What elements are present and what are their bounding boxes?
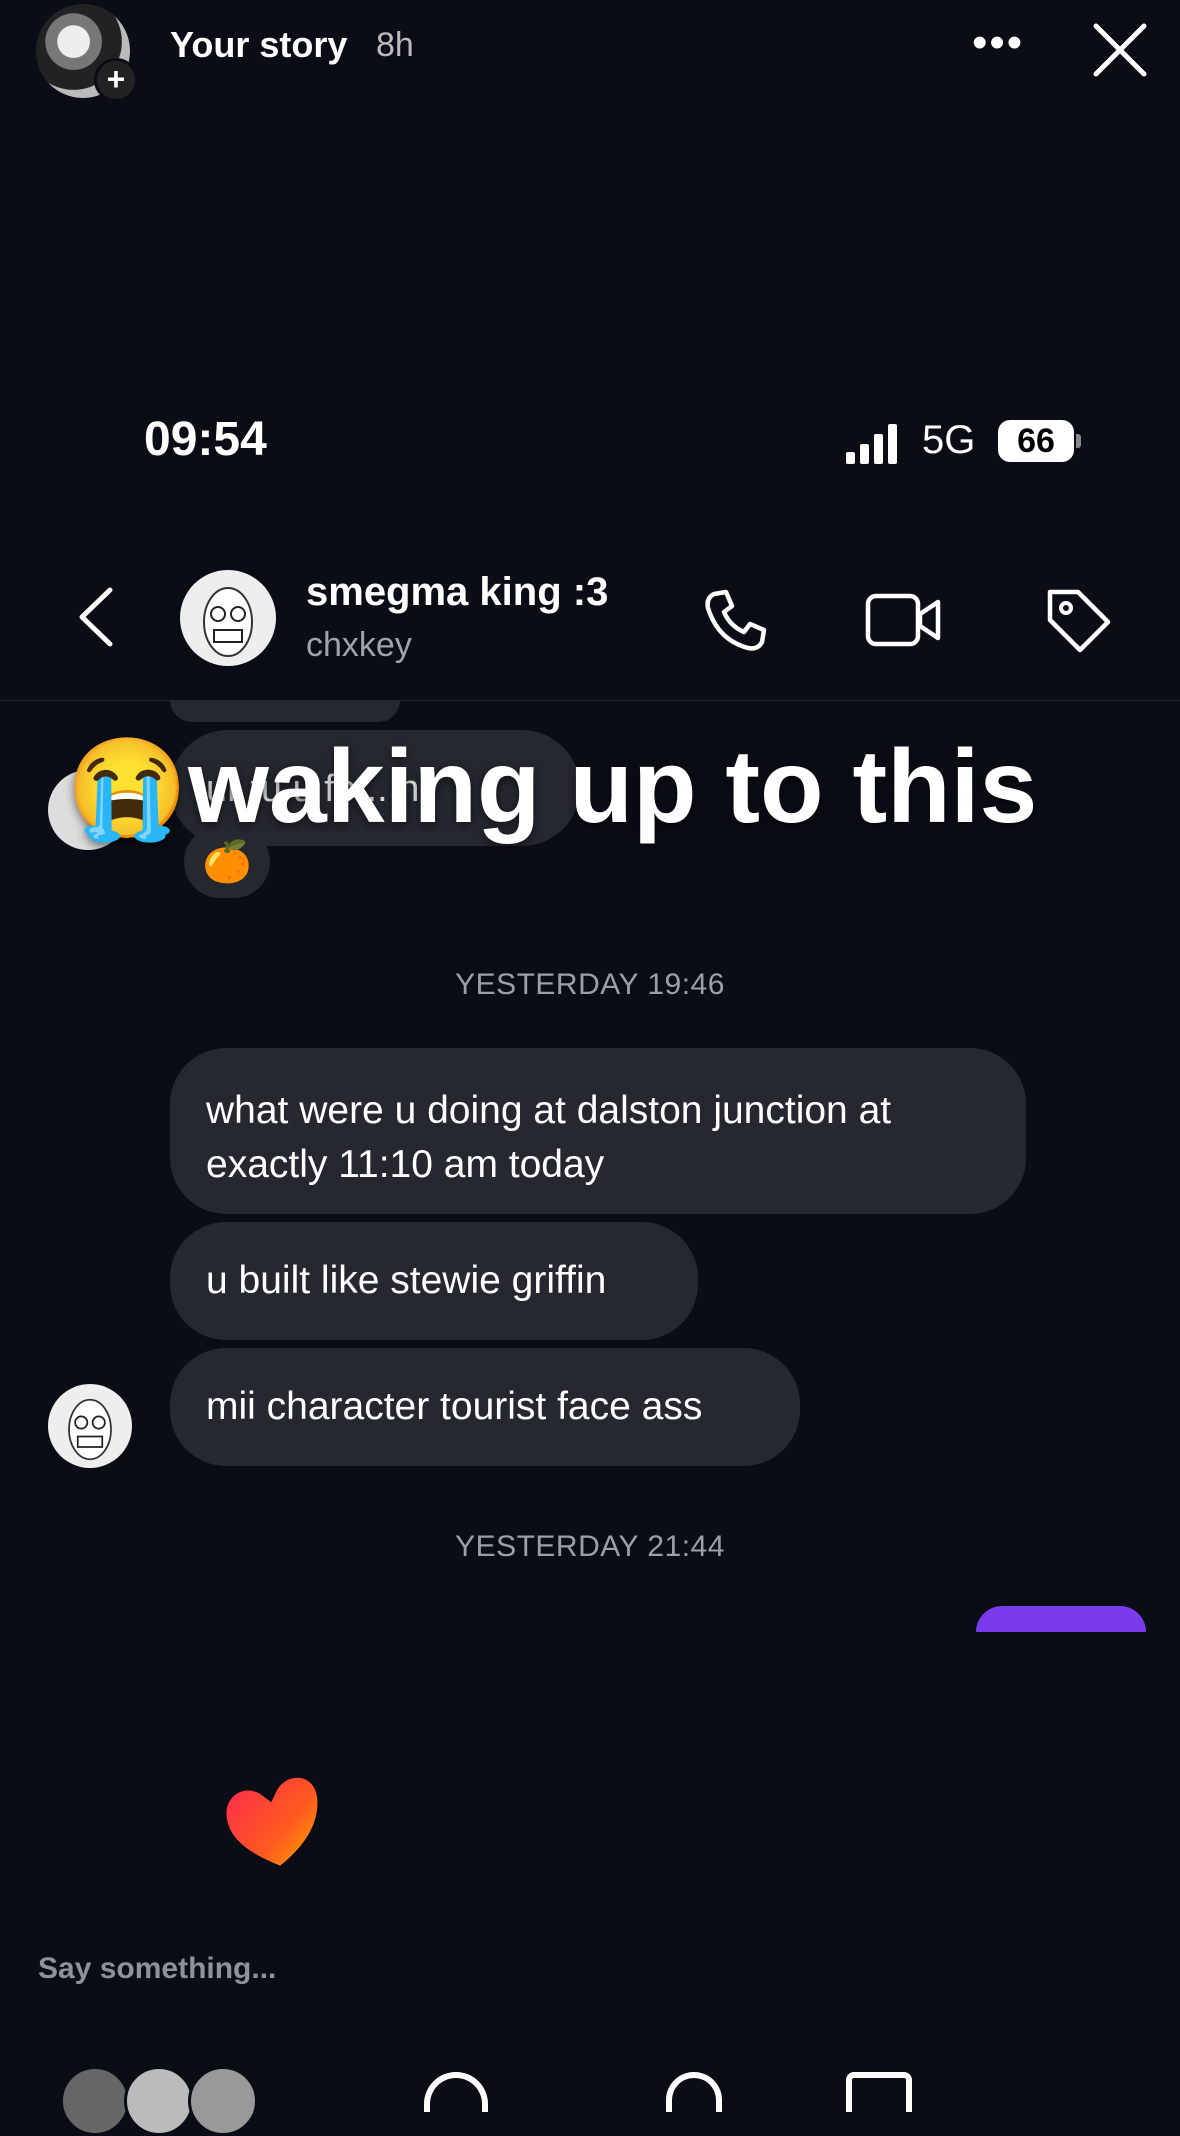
viewer-avatar: [124, 2066, 194, 2136]
story-header: + Your story 8h •••: [0, 0, 1180, 102]
phone-call-icon[interactable]: [700, 584, 772, 656]
viewer-avatar: [188, 2066, 258, 2136]
message-bubble: u built like stewie griffin: [170, 1222, 698, 1340]
battery-level: 66: [998, 420, 1074, 462]
story-age: 8h: [376, 26, 414, 64]
battery-tip: [1076, 434, 1081, 448]
contact-avatar[interactable]: [180, 570, 276, 666]
back-arrow-icon[interactable]: [76, 586, 116, 648]
sent-message-bubble: [976, 1606, 1146, 1632]
contact-username[interactable]: chxkey: [306, 626, 412, 665]
contact-avatar-small: [48, 1384, 132, 1468]
video-call-icon[interactable]: [864, 584, 944, 656]
status-time: 09:54: [144, 413, 267, 466]
story-owner: Your story: [170, 24, 348, 65]
reply-input[interactable]: Say something...: [38, 1952, 276, 1986]
timestamp: YESTERDAY 19:46: [455, 968, 725, 1001]
add-story-icon[interactable]: +: [94, 58, 138, 102]
story-text-overlay: 😭waking up to this: [66, 728, 1037, 847]
viewer-avatars[interactable]: [60, 2066, 290, 2136]
timestamp: YESTERDAY 21:44: [455, 1530, 725, 1563]
network-type: 5G: [922, 418, 976, 462]
message-bubble: what were u doing at dalston junction at…: [170, 1048, 1026, 1214]
more-options-icon[interactable]: •••: [972, 18, 1024, 68]
contact-name[interactable]: smegma king :3: [306, 570, 608, 615]
viewer-avatar: [60, 2066, 130, 2136]
overlay-text: waking up to this: [188, 729, 1038, 845]
heart-icon[interactable]: [222, 1772, 326, 1872]
signal-icon: [846, 424, 897, 464]
tag-icon[interactable]: [1042, 584, 1114, 656]
message-bubble: mii character tourist face ass: [170, 1348, 800, 1466]
send-icon[interactable]: [846, 2072, 912, 2112]
earlier-message-bubble: [170, 700, 400, 722]
close-icon[interactable]: [1084, 14, 1156, 86]
crying-emoji: 😭: [66, 733, 189, 843]
